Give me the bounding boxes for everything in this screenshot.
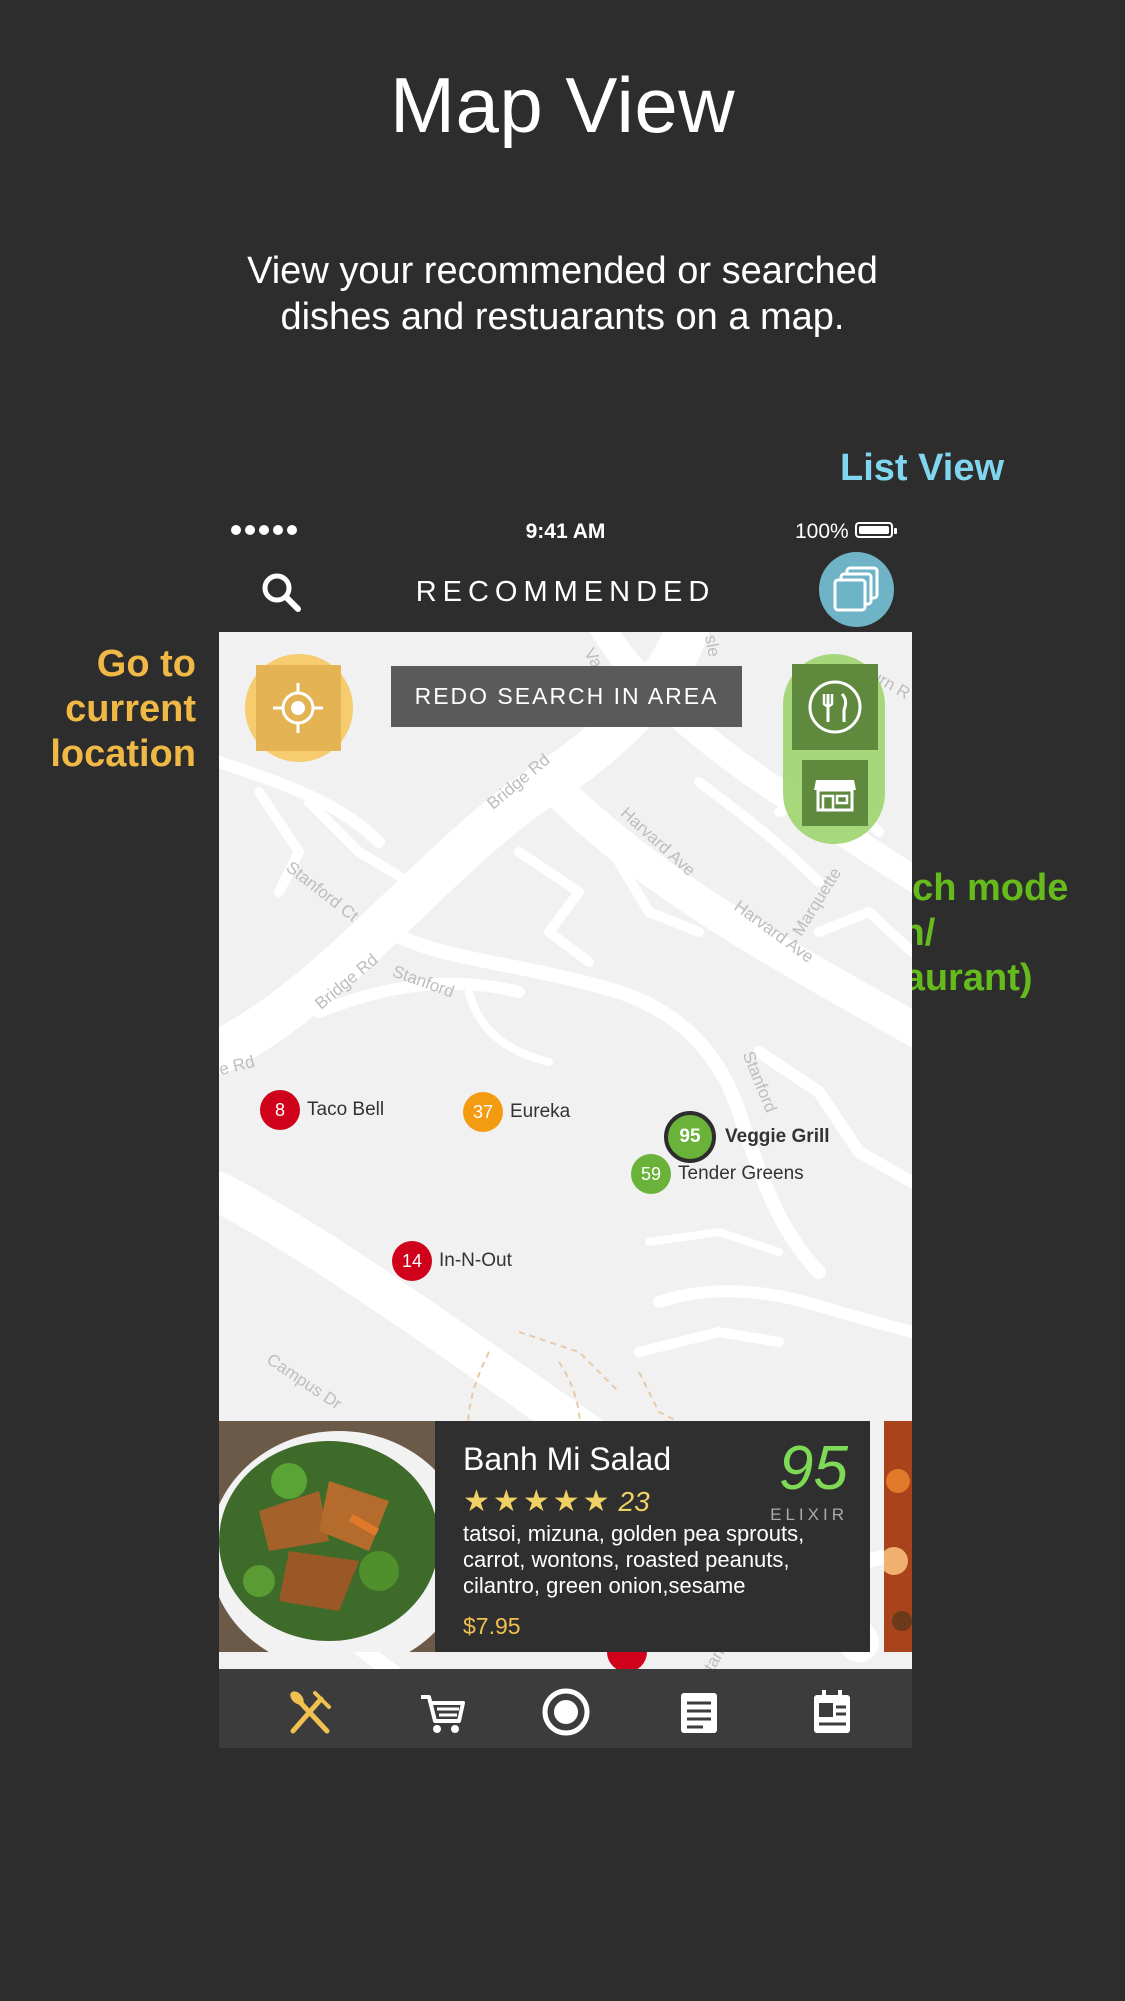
marker-name: Eureka [510, 1101, 571, 1122]
map-marker-taco-bell[interactable]: 8 Taco Bell [260, 1090, 384, 1130]
stacked-layers-icon [833, 566, 879, 612]
list-view-button[interactable] [819, 552, 894, 627]
battery-icon [855, 522, 897, 538]
dish-name: Banh Mi Salad [463, 1441, 672, 1477]
redo-search-button[interactable]: REDO SEARCH IN AREA [391, 666, 742, 727]
record-icon[interactable] [541, 1687, 591, 1737]
page-subtitle: View your recommended or searched dishes… [0, 248, 1125, 340]
dish-photo [219, 1421, 435, 1652]
subtitle-line-1: View your recommended or searched [247, 250, 878, 292]
nav-bar: RECOMMENDED [219, 552, 912, 632]
star-icon: ★ [522, 1485, 550, 1518]
storefront-icon [814, 780, 856, 812]
star-icon: ★ [582, 1485, 610, 1518]
marker-score: 8 [260, 1090, 300, 1130]
map-marker-in-n-out[interactable]: 14 In-N-Out [392, 1241, 512, 1281]
next-dish-card-peek[interactable] [884, 1421, 912, 1652]
page-title: Map View [389, 61, 736, 149]
marker-name: Tender Greens [678, 1163, 804, 1184]
star-rating: ★ ★ ★ ★ ★ 23 [463, 1485, 650, 1519]
star-icon: ★ [552, 1485, 580, 1518]
marker-score: 37 [463, 1092, 503, 1132]
battery-percent: 100% [795, 520, 849, 543]
dish-details: Banh Mi Salad ★ ★ ★ ★ ★ 23 95 ELIXIR tat… [435, 1421, 870, 1652]
dish-mode-button[interactable] [792, 664, 878, 750]
marker-score: 14 [392, 1241, 432, 1281]
go-to-current-location-button[interactable] [256, 665, 341, 751]
review-count: 23 [618, 1486, 650, 1517]
callout-locate-line-2: current [65, 688, 196, 730]
callout-list-view: List View [840, 447, 1005, 489]
marker-name: In-N-Out [439, 1250, 512, 1271]
callout-go-to-location: Go to current location [20, 642, 196, 777]
star-icon: ★ [463, 1485, 490, 1518]
dish-ingredients: tatsoi, mizuna, golden pea sprouts, carr… [463, 1521, 805, 1598]
road-label-sle: sle [701, 633, 724, 659]
map-marker-tender-greens[interactable]: 59 Tender Greens [631, 1154, 804, 1194]
marker-name: Veggie Grill [725, 1126, 830, 1147]
map-marker-eureka[interactable]: 37 Eureka [463, 1092, 570, 1132]
marker-score: 59 [631, 1154, 671, 1194]
restaurant-mode-button[interactable] [802, 760, 868, 826]
callout-locate-line-3: location [50, 733, 196, 775]
star-icon: ★ [492, 1485, 520, 1518]
profile-card-icon[interactable] [806, 1687, 856, 1737]
marker-name: Taco Bell [307, 1099, 385, 1120]
status-bar: 9:41 AM 100% [219, 512, 912, 552]
subtitle-line-2: dishes and restuarants on a map. [280, 296, 845, 338]
dish-score: 95 [779, 1434, 848, 1503]
crosshair-icon [273, 683, 323, 733]
phone-screen: 9:41 AM 100% RECOMMENDED Bridge Rd Bridg… [219, 512, 912, 1748]
dish-card[interactable]: Banh Mi Salad ★ ★ ★ ★ ★ 23 95 ELIXIR tat… [219, 1421, 912, 1652]
dish-price: $7.95 [463, 1613, 521, 1639]
tab-bar [219, 1669, 912, 1748]
nav-title: RECOMMENDED [415, 576, 716, 608]
callout-locate-line-1: Go to [96, 643, 196, 685]
fork-knife-icon[interactable] [285, 1687, 335, 1737]
cart-icon[interactable] [417, 1687, 467, 1737]
list-icon[interactable] [673, 1687, 723, 1737]
fork-knife-icon [808, 680, 862, 734]
